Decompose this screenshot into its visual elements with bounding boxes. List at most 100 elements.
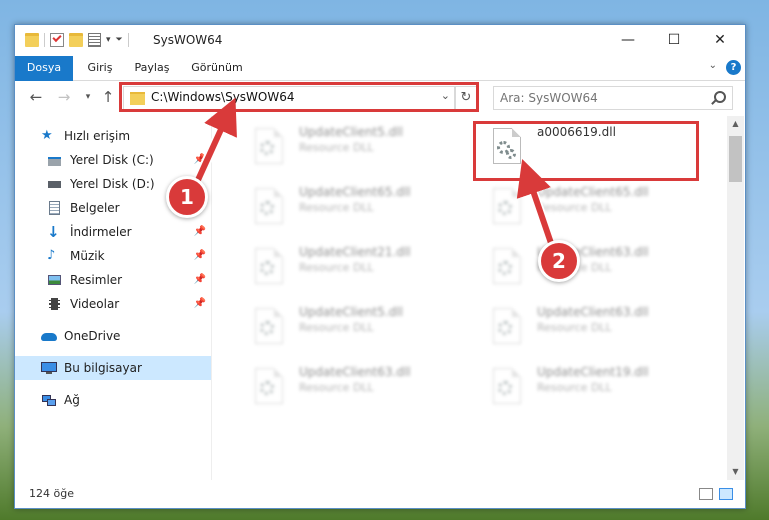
file-item[interactable]: UpdateClient21.dll Resource DLL xyxy=(237,242,467,298)
sidebar-item-label: Ağ xyxy=(64,393,80,407)
sidebar-item-label: OneDrive xyxy=(64,329,121,343)
navigation-bar: ← → ▾ ↑ C:\Windows\SysWOW64 ⌄ ↻ xyxy=(15,81,745,115)
up-arrow-icon[interactable]: ↑ xyxy=(99,88,117,106)
sidebar-item-network[interactable]: Ağ xyxy=(15,388,211,412)
computer-icon xyxy=(41,361,57,375)
cloud-icon xyxy=(41,329,57,343)
file-item[interactable]: UpdateClient5.dll Resource DLL xyxy=(237,302,467,358)
scrollbar-thumb[interactable] xyxy=(729,136,742,182)
toolbar-divider xyxy=(127,33,129,47)
file-name: UpdateClient5.dll xyxy=(299,125,403,139)
sidebar-item-onedrive[interactable]: OneDrive xyxy=(15,324,211,348)
pin-icon[interactable]: 📌 xyxy=(194,226,206,237)
pin-icon[interactable]: 📌 xyxy=(194,274,206,285)
sidebar-item-local-disk-c[interactable]: Yerel Disk (C:) 📌 xyxy=(15,148,211,172)
sidebar-item-label: Hızlı erişim xyxy=(64,129,131,143)
file-type: Resource DLL xyxy=(537,381,612,394)
close-button[interactable]: ✕ xyxy=(697,25,743,55)
pin-icon[interactable]: 📌 xyxy=(194,154,206,165)
minimize-icon: — xyxy=(621,32,635,48)
file-name: UpdateClient19.dll xyxy=(537,365,649,379)
file-item[interactable]: UpdateClient65.dll Resource DLL xyxy=(237,182,467,238)
search-icon[interactable] xyxy=(714,91,726,103)
file-type: Resource DLL xyxy=(299,321,374,334)
sidebar-item-label: Yerel Disk (C:) xyxy=(70,153,154,167)
dll-file-icon xyxy=(493,188,521,224)
sidebar-item-pictures[interactable]: Resimler 📌 xyxy=(15,268,211,292)
drive-icon xyxy=(47,177,63,191)
maximize-button[interactable]: ☐ xyxy=(651,25,697,55)
dll-file-icon xyxy=(493,308,521,344)
file-name: UpdateClient63.dll xyxy=(299,365,411,379)
forward-arrow-icon[interactable]: → xyxy=(55,88,73,106)
sidebar-item-label: Yerel Disk (D:) xyxy=(70,177,155,191)
scroll-down-icon[interactable]: ▼ xyxy=(727,464,744,480)
new-folder-icon[interactable] xyxy=(69,33,83,47)
customize-icon[interactable] xyxy=(88,33,101,47)
pane-divider[interactable] xyxy=(211,116,212,480)
file-explorer-window: ▾ ⏷ SysWOW64 — ☐ ✕ Dosya Giriş Paylaş Gö… xyxy=(14,24,746,509)
help-icon[interactable]: ? xyxy=(726,60,741,75)
tab-share[interactable]: Paylaş xyxy=(131,56,173,80)
minimize-button[interactable]: — xyxy=(605,25,651,55)
maximize-icon: ☐ xyxy=(667,32,681,48)
toolbar-dropdown-icon[interactable]: ▾ xyxy=(106,35,111,45)
file-name: UpdateClient21.dll xyxy=(299,245,411,259)
file-item[interactable]: UpdateClient63.dll Resource DLL xyxy=(237,362,467,418)
title-bar: ▾ ⏷ SysWOW64 — ☐ ✕ xyxy=(15,25,745,57)
sidebar-item-label: Belgeler xyxy=(70,201,120,215)
pin-icon[interactable]: 📌 xyxy=(194,250,206,261)
item-count: 124 öğe xyxy=(29,487,74,500)
search-input[interactable] xyxy=(494,87,702,109)
file-item[interactable]: UpdateClient63.dll Resource DLL xyxy=(475,302,705,358)
pictures-icon xyxy=(47,273,63,287)
ribbon-tabs: Dosya Giriş Paylaş Görünüm ⌄ ? xyxy=(15,56,745,112)
vertical-scrollbar[interactable]: ▲ ▼ xyxy=(727,116,744,480)
file-item[interactable]: UpdateClient19.dll Resource DLL xyxy=(475,362,705,418)
recent-locations-icon[interactable]: ▾ xyxy=(79,88,97,106)
file-item[interactable]: UpdateClient5.dll Resource DLL xyxy=(237,122,467,178)
file-highlight-box xyxy=(473,121,699,181)
file-type: Resource DLL xyxy=(299,261,374,274)
file-type: Resource DLL xyxy=(537,321,612,334)
search-box[interactable] xyxy=(493,86,733,110)
file-type: Resource DLL xyxy=(299,381,374,394)
toolbar-divider xyxy=(44,33,45,47)
star-icon: ★ xyxy=(41,128,53,143)
navigation-pane: ★ Hızlı erişim Yerel Disk (C:) 📌 Yerel D… xyxy=(15,116,211,480)
quick-access-toolbar: ▾ ⏷ xyxy=(25,33,129,47)
dll-file-icon xyxy=(493,248,521,284)
address-highlight-box xyxy=(119,82,479,112)
file-item[interactable]: UpdateClient63.dll Resource DLL xyxy=(475,242,705,298)
file-type: Resource DLL xyxy=(537,201,612,214)
sidebar-item-videos[interactable]: Videolar 📌 xyxy=(15,292,211,316)
window-title: SysWOW64 xyxy=(153,33,223,47)
network-icon xyxy=(41,393,57,407)
sidebar-item-music[interactable]: ♪ Müzik 📌 xyxy=(15,244,211,268)
download-icon: ↓ xyxy=(47,223,60,241)
scroll-up-icon[interactable]: ▲ xyxy=(727,116,744,132)
sidebar-item-this-pc[interactable]: Bu bilgisayar xyxy=(15,356,211,380)
sidebar-item-label: Bu bilgisayar xyxy=(64,361,142,375)
tab-home[interactable]: Giriş xyxy=(81,56,119,80)
file-name: UpdateClient65.dll xyxy=(537,185,649,199)
sidebar-item-quick-access[interactable]: ★ Hızlı erişim xyxy=(15,124,211,148)
details-view-icon[interactable] xyxy=(699,488,713,500)
file-name: UpdateClient5.dll xyxy=(299,305,403,319)
file-item[interactable]: UpdateClient65.dll Resource DLL xyxy=(475,182,705,238)
properties-check-icon[interactable] xyxy=(50,33,64,47)
sidebar-item-downloads[interactable]: ↓ İndirmeler 📌 xyxy=(15,220,211,244)
callout-step-2: 2 xyxy=(538,240,580,282)
pin-icon[interactable]: 📌 xyxy=(194,298,206,309)
status-bar: 124 öğe xyxy=(15,480,745,508)
file-type: Resource DLL xyxy=(299,201,374,214)
tab-view[interactable]: Görünüm xyxy=(189,56,245,80)
large-icons-view-icon[interactable] xyxy=(719,488,733,500)
dll-file-icon xyxy=(255,368,283,404)
close-icon: ✕ xyxy=(714,32,726,48)
sidebar-item-label: İndirmeler xyxy=(70,225,132,239)
sidebar-item-label: Müzik xyxy=(70,249,105,263)
expand-ribbon-icon[interactable]: ⌄ xyxy=(709,60,717,71)
quick-access-menu-icon[interactable]: ⏷ xyxy=(116,35,123,45)
back-arrow-icon[interactable]: ← xyxy=(27,88,45,106)
